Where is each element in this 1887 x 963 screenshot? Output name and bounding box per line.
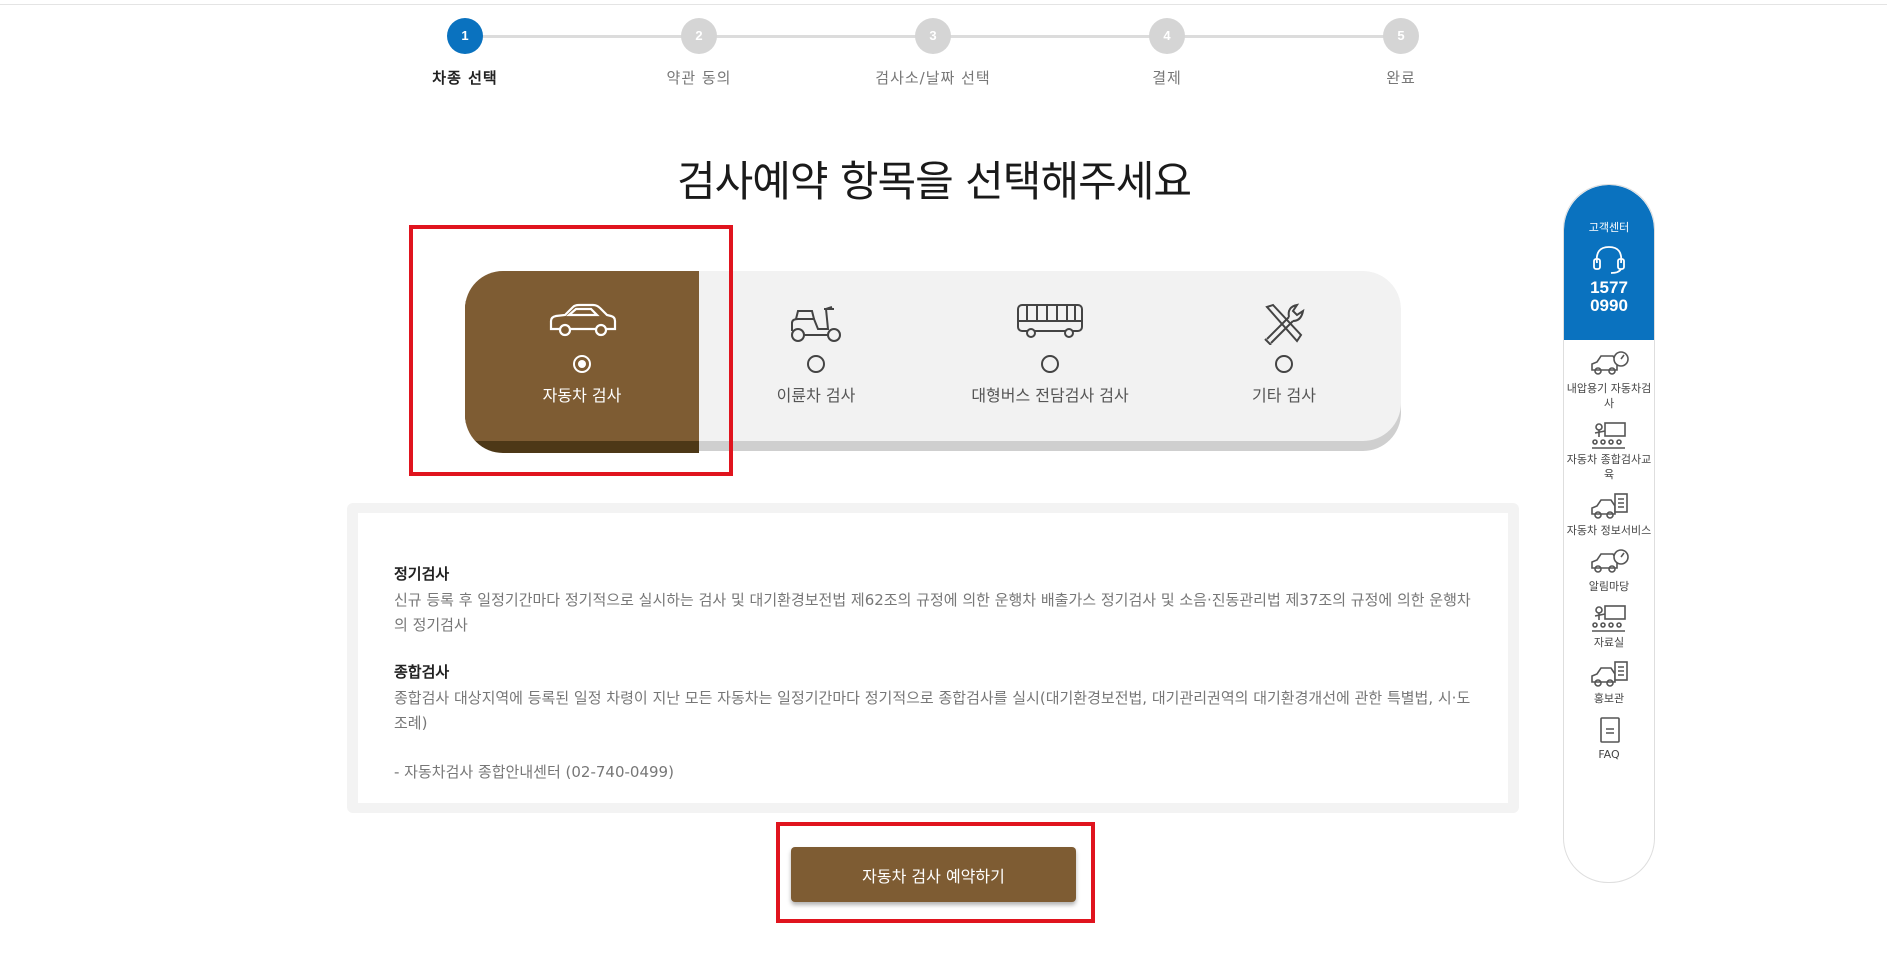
step-4-circle: 4 (1149, 18, 1185, 54)
option-motorcycle-inspection[interactable]: 이륜차 검사 (699, 271, 933, 441)
option-other-radio[interactable] (1275, 355, 1293, 373)
quick-item-pr[interactable]: 홍보관 (1564, 660, 1654, 706)
highlight-box-cta (776, 822, 1095, 923)
step-5-circle: 5 (1383, 18, 1419, 54)
car-gauge-icon (1591, 351, 1629, 375)
step-1: 1 차종 선택 (390, 18, 540, 88)
step-5-label: 완료 (1386, 69, 1416, 87)
step-1-label: 차종 선택 (432, 69, 498, 87)
step-2-circle: 2 (681, 18, 717, 54)
step-3-circle: 3 (915, 18, 951, 54)
option-motorcycle-label: 이륜차 검사 (776, 386, 856, 405)
option-other-label: 기타 검사 (1252, 386, 1316, 405)
quick-menu: 고객센터 1577 0990 내압용기 자동차검사 자동차 종합검사교육 자동차… (1563, 184, 1655, 883)
progress-steps: 1 차종 선택 2 약관 동의 3 검사소/날짜 선택 4 결제 5 완료 (432, 0, 1440, 100)
description-content: 정기검사 신규 등록 후 일정기간마다 정기적으로 실시하는 검사 및 대기환경… (358, 513, 1508, 803)
quick-item-pressure-vessel[interactable]: 내압용기 자동차검사 (1564, 350, 1654, 411)
quick-item-label: 자동차 종합검사교육 (1566, 453, 1652, 481)
quick-item-education[interactable]: 자동차 종합검사교육 (1564, 421, 1654, 482)
quick-item-label: 알림마당 (1588, 580, 1630, 593)
contact-info: - 자동차검사 종합안내센터 (02-740-0499) (394, 763, 674, 781)
step-1-circle: 1 (447, 18, 483, 54)
tools-icon (1167, 301, 1401, 346)
customer-center[interactable]: 고객센터 1577 0990 (1564, 185, 1654, 340)
scooter-icon (699, 301, 933, 345)
step-5: 5 완료 (1326, 18, 1476, 88)
car-checklist-icon (1591, 493, 1628, 519)
option-bus-label: 대형버스 전담검사 검사 (971, 386, 1129, 405)
quick-item-info-service[interactable]: 자동차 정보서비스 (1564, 492, 1654, 538)
phone-line-2: 0990 (1590, 296, 1628, 315)
step-3: 3 검사소/날짜 선택 (858, 18, 1008, 88)
section-title-comprehensive: 종합검사 (394, 663, 450, 681)
step-4: 4 결제 (1092, 18, 1242, 88)
quick-item-label: 내압용기 자동차검사 (1566, 382, 1652, 410)
phone-line-1: 1577 (1590, 278, 1628, 297)
quick-item-label: 자료실 (1593, 636, 1625, 649)
quick-item-label: 자동차 정보서비스 (1566, 524, 1652, 537)
quick-item-label: FAQ (1598, 748, 1620, 761)
quick-item-faq[interactable]: FAQ (1564, 716, 1654, 762)
step-4-label: 결제 (1152, 69, 1182, 87)
option-other-inspection[interactable]: 기타 검사 (1167, 271, 1401, 441)
highlight-box-selected-option (409, 225, 733, 476)
classroom-icon (1592, 422, 1626, 449)
car-gauge-icon (1591, 549, 1629, 573)
option-bus-inspection[interactable]: 대형버스 전담검사 검사 (933, 271, 1167, 441)
bus-icon (933, 301, 1167, 345)
section-text-comprehensive: 종합검사 대상지역에 등록된 일정 차령이 지난 모든 자동차는 일정기간마다 … (394, 689, 1471, 732)
section-text-periodic: 신규 등록 후 일정기간마다 정기적으로 실시하는 검사 및 대기환경보전법 제… (394, 591, 1471, 634)
notebook-icon (1600, 717, 1620, 743)
option-motorcycle-radio[interactable] (807, 355, 825, 373)
step-2: 2 약관 동의 (624, 18, 774, 88)
description-panel: 정기검사 신규 등록 후 일정기간마다 정기적으로 실시하는 검사 및 대기환경… (347, 503, 1519, 813)
section-title-periodic: 정기검사 (394, 565, 450, 583)
quick-item-notice[interactable]: 알림마당 (1564, 548, 1654, 594)
option-bus-radio[interactable] (1041, 355, 1059, 373)
quick-item-label: 홍보관 (1593, 692, 1625, 705)
quick-item-archive[interactable]: 자료실 (1564, 604, 1654, 650)
headset-icon (1593, 246, 1625, 274)
car-checklist-icon (1591, 661, 1628, 687)
step-3-label: 검사소/날짜 선택 (875, 69, 991, 87)
step-2-label: 약관 동의 (666, 69, 732, 87)
classroom-icon (1592, 605, 1626, 632)
